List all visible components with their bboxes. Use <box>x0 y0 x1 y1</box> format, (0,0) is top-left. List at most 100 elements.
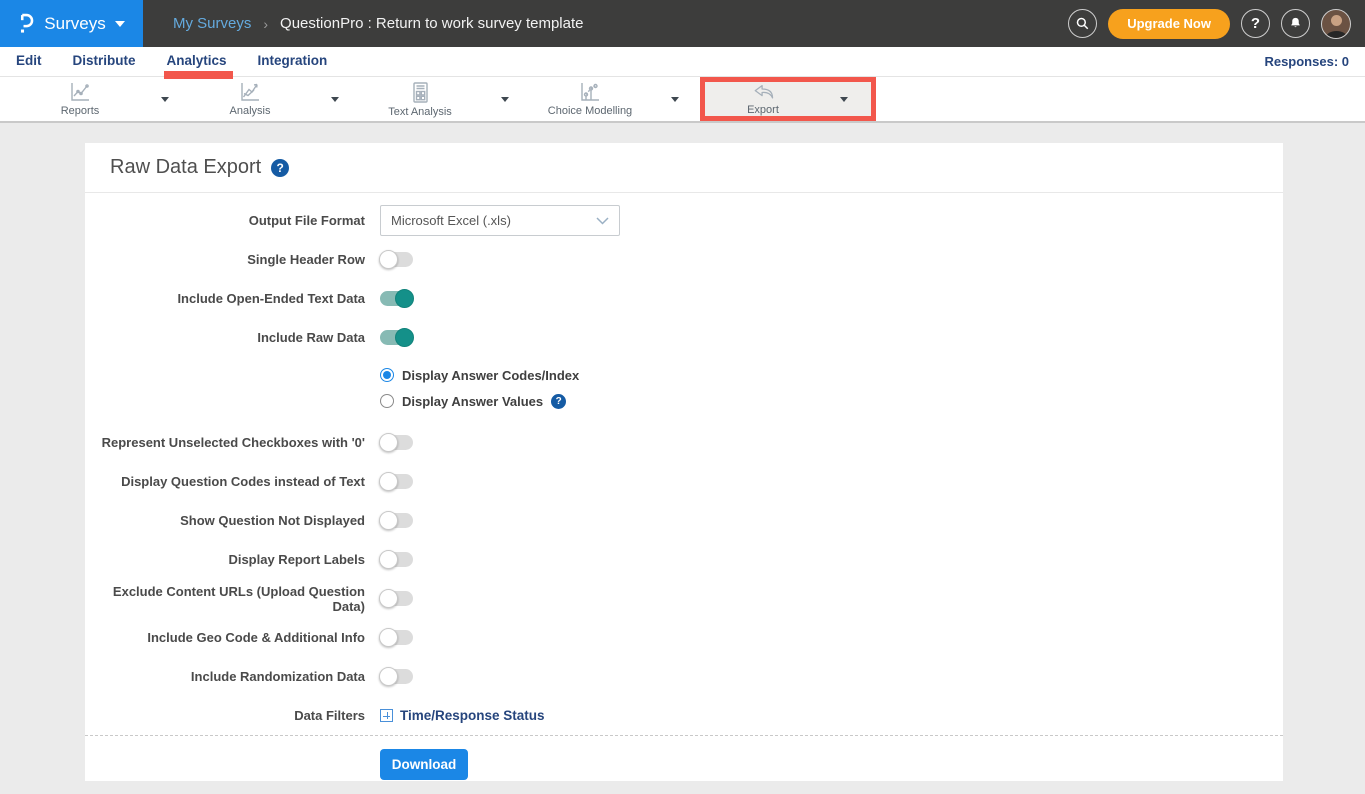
choice-modelling-button[interactable]: Choice Modelling <box>530 77 650 121</box>
analysis-label: Analysis <box>230 105 271 117</box>
display-answer-values-label: Display Answer Values <box>402 394 543 409</box>
toggle-knob <box>379 667 398 686</box>
search-button[interactable] <box>1068 9 1097 38</box>
reports-label: Reports <box>61 105 100 117</box>
question-codes-toggle[interactable] <box>380 474 413 489</box>
tab-edit-label: Edit <box>16 53 42 71</box>
time-response-status-link[interactable]: Time/Response Status <box>380 708 545 723</box>
include-raw-data-toggle[interactable] <box>380 330 413 345</box>
toggle-knob <box>379 472 398 491</box>
chevron-down-icon <box>501 97 509 102</box>
choice-modelling-dropdown-button[interactable] <box>650 77 700 121</box>
unselected-checkboxes-label: Represent Unselected Checkboxes with '0' <box>85 435 365 450</box>
tab-edit[interactable]: Edit <box>16 49 42 74</box>
notifications-button[interactable] <box>1281 9 1310 38</box>
header-actions: Upgrade Now ? <box>1068 9 1365 39</box>
toggle-knob <box>395 289 414 308</box>
toggle-knob <box>395 328 414 347</box>
tab-analytics[interactable]: Analytics <box>167 49 227 74</box>
text-analysis-dropdown-button[interactable] <box>480 77 530 121</box>
download-button[interactable]: Download <box>380 749 468 780</box>
user-avatar[interactable] <box>1321 9 1351 39</box>
analytics-toolbar: Reports Analysis Tex <box>0 77 1365 123</box>
panel-header: Raw Data Export ? <box>85 143 1283 193</box>
chevron-down-icon <box>115 21 125 27</box>
question-not-displayed-toggle[interactable] <box>380 513 413 528</box>
output-file-format-value: Microsoft Excel (.xls) <box>391 213 511 228</box>
breadcrumb: My Surveys › QuestionPro : Return to wor… <box>173 15 584 32</box>
surveys-product-menu[interactable]: Surveys <box>0 0 143 47</box>
toggle-knob <box>379 550 398 569</box>
toggle-knob <box>379 589 398 608</box>
tab-distribute[interactable]: Distribute <box>73 49 136 74</box>
geo-code-label: Include Geo Code & Additional Info <box>85 630 365 645</box>
toggle-knob <box>379 628 398 647</box>
chevron-down-icon <box>596 217 609 225</box>
panel-footer: Download <box>85 736 1283 780</box>
toggle-knob <box>379 250 398 269</box>
toolbar-group-choice-modelling: Choice Modelling <box>530 77 700 121</box>
top-header: Surveys My Surveys › QuestionPro : Retur… <box>0 0 1365 47</box>
help-button[interactable]: ? <box>1241 9 1270 38</box>
breadcrumb-my-surveys-link[interactable]: My Surveys <box>173 15 251 32</box>
export-settings-form: Output File Format Microsoft Excel (.xls… <box>85 193 1283 735</box>
reports-button[interactable]: Reports <box>20 77 140 121</box>
scatter-chart-icon <box>578 81 602 103</box>
exclude-content-urls-toggle[interactable] <box>380 591 413 606</box>
toolbar-group-analysis: Analysis <box>190 77 360 121</box>
display-answer-codes-label: Display Answer Codes/Index <box>402 368 579 383</box>
breadcrumb-separator: › <box>263 16 268 32</box>
exclude-content-urls-row: Exclude Content URLs (Upload Question Da… <box>85 579 1283 618</box>
answer-values-help-icon[interactable]: ? <box>551 394 566 409</box>
unselected-checkboxes-toggle[interactable] <box>380 435 413 450</box>
raw-data-export-panel: Raw Data Export ? Output File Format Mic… <box>85 143 1283 781</box>
analysis-dropdown-button[interactable] <box>310 77 360 121</box>
bell-icon <box>1288 16 1303 31</box>
display-answer-codes-option[interactable]: Display Answer Codes/Index <box>380 362 1283 388</box>
export-dropdown-button[interactable] <box>821 82 866 116</box>
single-header-row-toggle[interactable] <box>380 252 413 267</box>
choice-modelling-label: Choice Modelling <box>548 105 632 117</box>
randomization-data-label: Include Randomization Data <box>85 669 365 684</box>
document-grid-icon <box>409 81 431 104</box>
answer-display-radio-group: Display Answer Codes/Index Display Answe… <box>85 357 1283 423</box>
trend-lines-icon <box>238 81 262 103</box>
single-header-row-row: Single Header Row <box>85 240 1283 279</box>
brand-product-label: Surveys <box>44 14 105 34</box>
output-file-format-select[interactable]: Microsoft Excel (.xls) <box>380 205 620 236</box>
question-not-displayed-row: Show Question Not Displayed <box>85 501 1283 540</box>
upgrade-now-button[interactable]: Upgrade Now <box>1108 9 1230 39</box>
single-header-row-label: Single Header Row <box>85 252 365 267</box>
report-labels-toggle[interactable] <box>380 552 413 567</box>
output-file-format-label: Output File Format <box>85 213 365 228</box>
export-button[interactable]: Export <box>705 82 821 116</box>
expand-plus-icon <box>380 709 393 722</box>
question-mark-icon: ? <box>1251 15 1260 32</box>
reports-dropdown-button[interactable] <box>140 77 190 121</box>
tab-integration[interactable]: Integration <box>258 49 328 74</box>
display-answer-values-option[interactable]: Display Answer Values ? <box>380 388 1283 414</box>
data-filters-label: Data Filters <box>85 708 365 723</box>
randomization-data-toggle[interactable] <box>380 669 413 684</box>
geo-code-toggle[interactable] <box>380 630 413 645</box>
search-icon <box>1075 16 1090 31</box>
text-analysis-button[interactable]: Text Analysis <box>360 77 480 121</box>
report-labels-row: Display Report Labels <box>85 540 1283 579</box>
tab-integration-label: Integration <box>258 53 328 71</box>
question-codes-label: Display Question Codes instead of Text <box>85 474 365 489</box>
analysis-button[interactable]: Analysis <box>190 77 310 121</box>
toolbar-group-text-analysis: Text Analysis <box>360 77 530 121</box>
raw-data-export-help-icon[interactable]: ? <box>271 159 289 177</box>
toggle-knob <box>379 433 398 452</box>
chevron-down-icon <box>331 97 339 102</box>
randomization-data-row: Include Randomization Data <box>85 657 1283 696</box>
include-open-ended-toggle[interactable] <box>380 291 413 306</box>
exclude-content-urls-label: Exclude Content URLs (Upload Question Da… <box>85 584 365 614</box>
questionpro-logo-icon <box>18 12 35 36</box>
survey-section-nav: Edit Distribute Analytics Integration Re… <box>0 47 1365 77</box>
include-open-ended-row: Include Open-Ended Text Data <box>85 279 1283 318</box>
tab-analytics-label: Analytics <box>167 53 227 73</box>
chevron-down-icon <box>161 97 169 102</box>
include-open-ended-label: Include Open-Ended Text Data <box>85 291 365 306</box>
toggle-knob <box>379 511 398 530</box>
